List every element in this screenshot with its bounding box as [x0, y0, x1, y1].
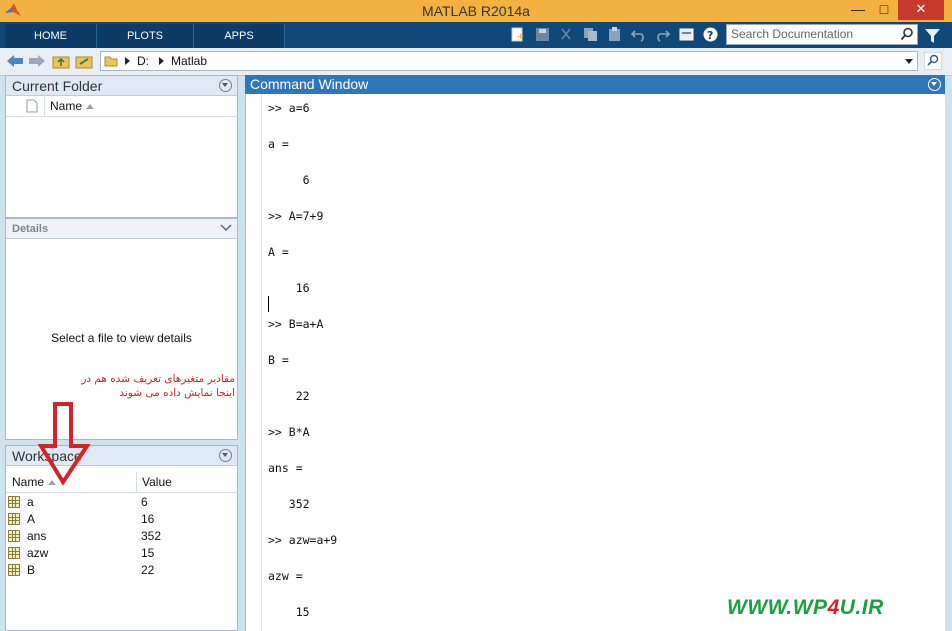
search-placeholder: Search Documentation — [731, 27, 854, 41]
table-row[interactable]: azw 15 — [6, 545, 237, 562]
back-arrow-icon[interactable] — [6, 53, 24, 69]
details-title: Details — [6, 219, 237, 239]
name-column-header[interactable]: Name — [50, 96, 95, 116]
browse-folder-icon[interactable] — [75, 52, 93, 70]
file-type-icon — [26, 99, 38, 113]
current-folder-panel: Current Folder Name — [5, 75, 238, 218]
command-output: a = — [268, 137, 289, 151]
command-window[interactable]: >> a=6 a = 6 >> A=7+9 A = 16 >> B=a+A B … — [245, 94, 945, 631]
search-documentation-field[interactable]: Search Documentation — [726, 24, 918, 45]
command-line: >> azw=a+9 — [268, 533, 338, 547]
table-row[interactable]: B 22 — [6, 562, 237, 579]
panel-menu-icon[interactable] — [219, 79, 232, 92]
copy-icon[interactable] — [582, 26, 599, 43]
command-output: A = — [268, 245, 289, 259]
path-separator-icon — [159, 57, 164, 65]
current-folder-title: Current Folder — [6, 76, 237, 96]
variable-icon — [8, 496, 20, 508]
new-script-icon[interactable]: + — [509, 26, 526, 43]
redo-icon[interactable] — [654, 26, 671, 43]
search-icon[interactable] — [900, 27, 914, 41]
chevron-down-icon[interactable] — [220, 223, 232, 233]
table-row[interactable]: A 16 — [6, 511, 237, 528]
command-output: 22 — [268, 389, 310, 403]
forward-arrow-icon[interactable] — [28, 53, 46, 69]
command-output: azw = — [268, 569, 303, 583]
command-output: 16 — [268, 281, 310, 295]
title-bar: MATLAB R2014a — □ ✕ — [0, 0, 952, 22]
close-button[interactable]: ✕ — [898, 0, 944, 20]
search-folder-icon[interactable] — [924, 52, 942, 70]
text-cursor — [268, 296, 269, 312]
undo-icon[interactable] — [630, 26, 647, 43]
table-row[interactable]: a6 — [6, 494, 237, 511]
switch-windows-icon[interactable] — [678, 26, 695, 43]
maximize-button[interactable]: □ — [872, 0, 896, 20]
command-line: >> A=7+9 — [268, 209, 324, 223]
minimize-button[interactable]: — — [846, 0, 870, 20]
path-separator-icon — [125, 57, 130, 65]
tab-plots[interactable]: PLOTS — [97, 24, 194, 48]
command-line: >> B=a+A — [268, 317, 324, 331]
command-output: ans = — [268, 461, 303, 475]
current-folder-header: Name — [6, 96, 237, 117]
variable-icon — [8, 513, 20, 525]
paste-icon[interactable] — [606, 26, 623, 43]
current-path-field[interactable]: D: Matlab — [100, 51, 918, 71]
variable-icon — [8, 564, 20, 576]
command-line: >> a=6 — [268, 101, 310, 115]
command-output: B = — [268, 353, 289, 367]
annotation-arrow-icon — [38, 402, 91, 486]
path-dropdown-icon[interactable] — [905, 59, 913, 64]
command-line: >> B*A — [268, 425, 310, 439]
watermark: WWW.WP4U.IR — [727, 596, 884, 619]
variable-icon — [8, 547, 20, 559]
svg-text:?: ? — [707, 29, 713, 42]
command-window-title: Command Window — [245, 75, 945, 94]
panel-menu-icon[interactable] — [928, 78, 941, 91]
panel-menu-icon[interactable] — [219, 449, 232, 462]
address-bar: D: Matlab — [0, 48, 952, 76]
tab-home[interactable]: HOME — [5, 24, 97, 48]
table-row[interactable]: ans 352 — [6, 528, 237, 545]
folder-icon — [104, 56, 118, 67]
filter-icon[interactable] — [924, 26, 941, 45]
help-icon[interactable]: ? — [702, 26, 719, 43]
path-folder[interactable]: Matlab — [171, 52, 207, 70]
command-output: 6 — [268, 173, 310, 187]
tab-apps[interactable]: APPS — [194, 24, 285, 48]
cut-icon[interactable] — [558, 26, 575, 43]
command-output: 15 — [268, 605, 310, 619]
command-output: 352 — [268, 497, 310, 511]
sort-ascending-icon — [86, 104, 95, 110]
variable-icon — [8, 530, 20, 542]
svg-text:+: + — [517, 32, 525, 42]
path-drive[interactable]: D: — [137, 52, 149, 70]
up-folder-icon[interactable] — [52, 52, 70, 70]
details-empty-message: Select a file to view details — [51, 331, 192, 345]
value-column-header[interactable]: Value — [142, 472, 172, 492]
annotation-text: مقادیر متغیرهای تعریف شده هم در اینجا نم… — [81, 373, 235, 399]
save-icon[interactable] — [534, 26, 551, 43]
window-title: MATLAB R2014a — [422, 3, 530, 19]
